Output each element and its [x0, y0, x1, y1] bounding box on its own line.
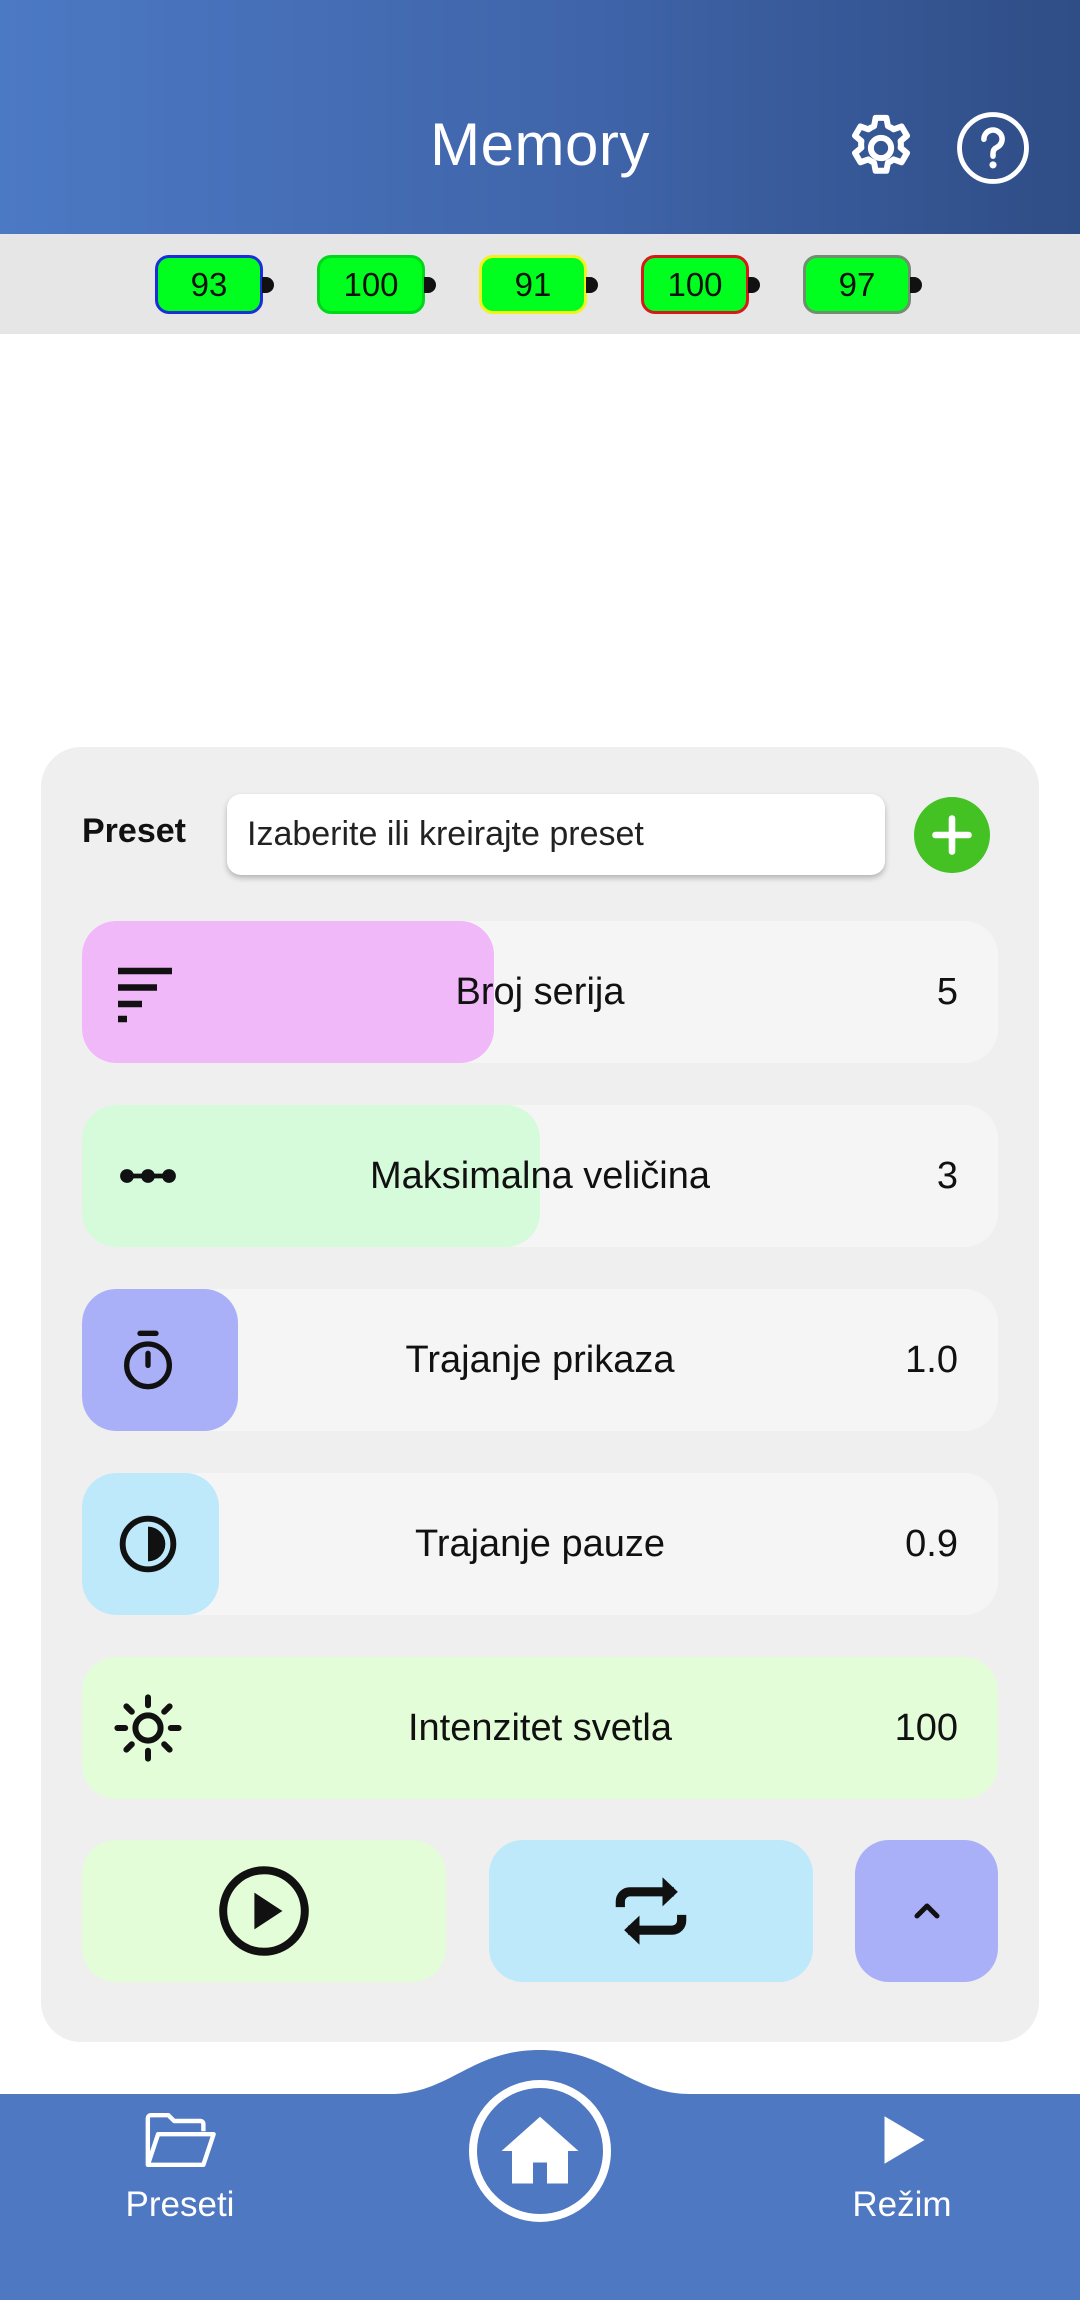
question-circle-icon: [957, 112, 1029, 184]
gear-icon: [852, 114, 910, 174]
battery-indicator-2: 100: [317, 255, 436, 314]
param-label: Maksimalna veličina: [369, 1154, 710, 1197]
preset-input[interactable]: [227, 794, 885, 875]
param-label: Trajanje pauze: [415, 1522, 665, 1565]
param-row-series-count[interactable]: Broj serija 5: [82, 921, 998, 1063]
param-row-display-duration[interactable]: Trajanje prikaza 1.0: [82, 1289, 998, 1431]
param-label: Broj serija: [455, 970, 625, 1013]
play-triangle-icon: [884, 2116, 925, 2164]
repeat-button[interactable]: [489, 1840, 813, 1982]
play-circle-icon: [219, 1866, 309, 1956]
settings-button[interactable]: [841, 108, 921, 188]
param-row-max-size[interactable]: Maksimalna veličina 3: [82, 1105, 998, 1247]
param-row-light-intensity[interactable]: Intenzitet svetla 100: [82, 1657, 998, 1799]
param-value: 1.0: [905, 1338, 958, 1381]
battery-level: 97: [838, 265, 876, 303]
battery-indicator-3: 91: [479, 255, 598, 314]
preset-label: Preset: [82, 812, 186, 850]
param-value: 0.9: [905, 1522, 958, 1565]
battery-level: 100: [343, 265, 399, 303]
param-label: Intenzitet svetla: [407, 1706, 673, 1749]
param-value: 5: [936, 970, 958, 1013]
param-value: 100: [894, 1706, 958, 1749]
plus-icon: [932, 815, 972, 855]
battery-level: 93: [190, 265, 228, 303]
nav-mode[interactable]: Režim: [802, 2110, 1002, 2225]
battery-indicator-4: 100: [641, 255, 760, 314]
home-icon: [501, 2116, 579, 2184]
add-preset-button[interactable]: [914, 797, 990, 873]
param-value: 3: [936, 1154, 958, 1197]
battery-strip: 93 100 91 100 97: [0, 234, 1080, 334]
nav-presets-label: Preseti: [125, 2185, 235, 2224]
collapse-button[interactable]: [855, 1840, 998, 1982]
repeat-icon: [615, 1877, 687, 1945]
param-row-pause-duration[interactable]: Trajanje pauze 0.9: [82, 1473, 998, 1615]
home-button[interactable]: [469, 2080, 611, 2222]
help-button[interactable]: [953, 108, 1033, 188]
app-header: Memory: [0, 0, 1080, 234]
app-screen: Memory 93 100 91 100 97 Preset Izaberite…: [0, 0, 1080, 2300]
battery-level: 91: [514, 265, 552, 303]
folder-icon: [145, 2112, 216, 2168]
nav-mode-label: Režim: [852, 2185, 952, 2224]
battery-indicator-5: 97: [803, 255, 922, 314]
chevron-up-icon: [914, 1903, 939, 1919]
battery-level: 100: [667, 265, 723, 303]
battery-indicator-1: 93: [155, 255, 274, 314]
nav-presets[interactable]: Preseti: [80, 2110, 280, 2225]
param-label: Trajanje prikaza: [405, 1338, 675, 1381]
play-button[interactable]: [82, 1840, 446, 1982]
